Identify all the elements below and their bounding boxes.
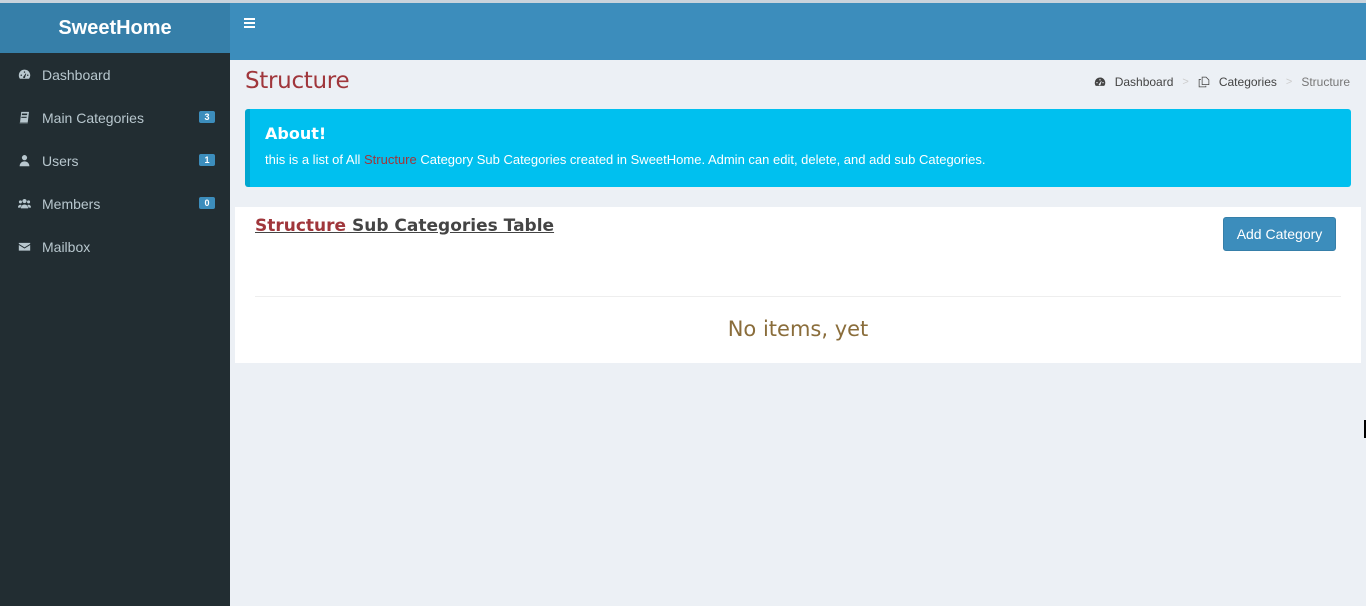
breadcrumb-categories[interactable]: Categories	[1198, 75, 1277, 89]
empty-state-message: No items, yet	[727, 317, 869, 341]
book-icon	[17, 111, 31, 125]
envelope-icon	[17, 240, 31, 254]
sidebar-item-label: Mailbox	[42, 238, 91, 255]
about-callout: About! this is a list of All Structure C…	[245, 109, 1351, 187]
sub-categories-box: Structure Sub Categories Table Add Categ…	[235, 207, 1361, 363]
breadcrumb-label: Categories	[1218, 75, 1277, 89]
users-icon	[17, 197, 31, 211]
count-badge: 3	[199, 111, 215, 123]
breadcrumb: Dashboard > Categories > Structure	[1094, 75, 1350, 89]
add-category-button[interactable]: Add Category	[1223, 217, 1336, 251]
box-title-rest: Sub Categories Table	[346, 216, 555, 236]
sidebar-item-label: Members	[42, 195, 101, 212]
breadcrumb-current: Structure	[1301, 75, 1350, 89]
callout-highlight: Structure	[363, 152, 417, 167]
sidebar-item-label: Users	[42, 152, 79, 169]
hamburger-icon[interactable]	[244, 18, 260, 34]
callout-text: this is a list of All Structure Category…	[265, 152, 1336, 167]
sidebar-item-main-categories[interactable]: Main Categories 3	[0, 96, 230, 139]
count-badge: 1	[199, 154, 215, 166]
dashboard-icon	[17, 68, 31, 82]
callout-title: About!	[265, 124, 327, 143]
callout-text-before: this is a list of All	[265, 152, 364, 167]
sidebar-item-dashboard[interactable]: Dashboard	[0, 53, 230, 96]
sidebar-item-users[interactable]: Users 1	[0, 139, 230, 182]
divider	[255, 296, 1341, 297]
sidebar-menu: Dashboard Main Categories 3 Users 1 Memb…	[0, 53, 230, 268]
dashboard-icon	[1094, 77, 1105, 86]
box-title-highlight: Structure	[255, 216, 347, 236]
breadcrumb-label: Dashboard	[1114, 75, 1174, 89]
sidebar: SweetHome Dashboard Main Categories 3 Us…	[0, 3, 230, 606]
callout-text-after: Category Sub Categories created in Sweet…	[416, 152, 986, 167]
brand-logo[interactable]: SweetHome	[0, 3, 230, 53]
page-title: Structure	[245, 68, 350, 94]
top-navbar	[230, 3, 1366, 60]
sidebar-item-label: Main Categories	[42, 109, 144, 126]
sidebar-item-members[interactable]: Members 0	[0, 182, 230, 225]
copy-icon	[1198, 76, 1210, 88]
breadcrumb-separator: >	[1182, 76, 1189, 88]
breadcrumb-dashboard[interactable]: Dashboard	[1094, 75, 1174, 89]
user-icon	[17, 154, 31, 168]
sidebar-item-mailbox[interactable]: Mailbox	[0, 225, 230, 268]
box-title: Structure Sub Categories Table	[255, 216, 554, 236]
count-badge: 0	[199, 197, 215, 209]
breadcrumb-separator: >	[1285, 76, 1293, 88]
sidebar-item-label: Dashboard	[42, 66, 111, 83]
